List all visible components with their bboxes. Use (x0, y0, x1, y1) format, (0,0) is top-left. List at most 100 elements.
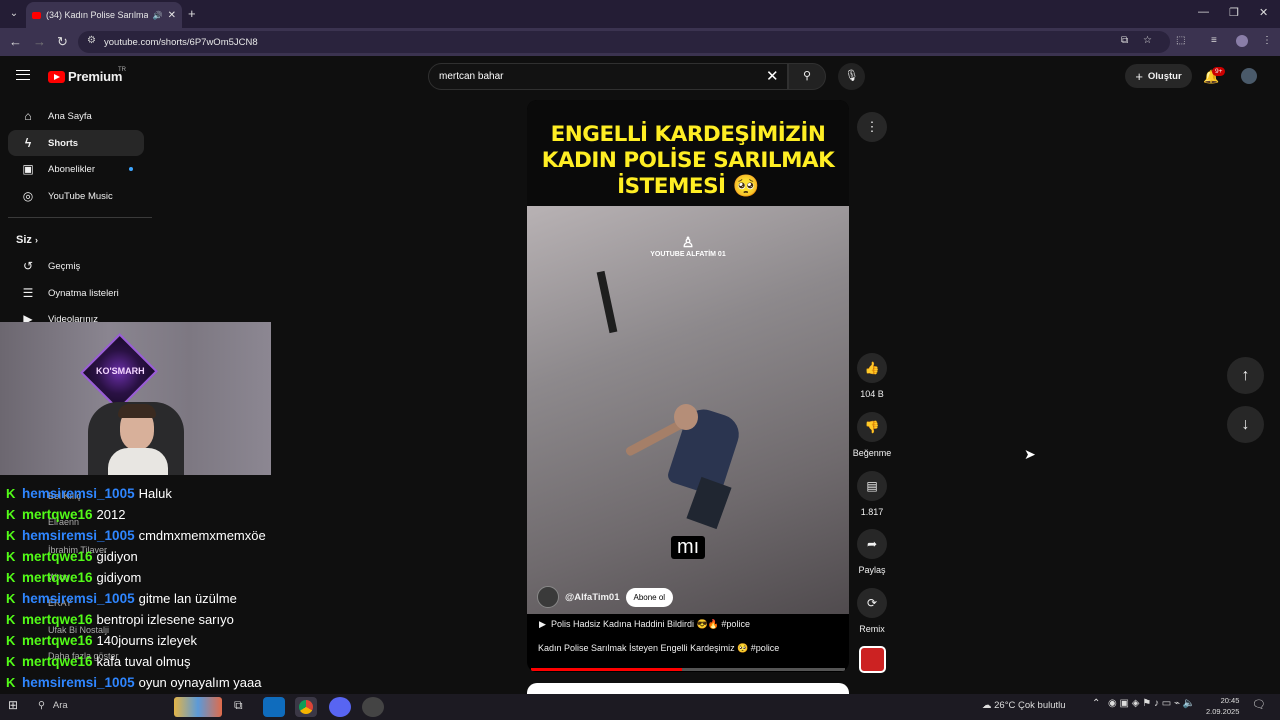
create-button[interactable]: + Oluştur (1125, 64, 1192, 88)
youtube-logo[interactable]: Premium TR (48, 67, 126, 84)
section-you[interactable]: Siz › (16, 234, 38, 246)
clear-search-icon[interactable]: ✕ (766, 67, 779, 85)
sidebar-item-subscriptions[interactable]: ▣ Abonelikler (8, 156, 144, 182)
youtube-play-icon (48, 70, 65, 83)
reload-icon[interactable]: ↻ (57, 34, 68, 50)
browser-tab[interactable]: (34) Kadın Polise Sarılmak İs 🔊 ✕ (26, 2, 182, 28)
discord-icon[interactable] (329, 697, 351, 717)
cast-icon[interactable]: ⧉ (1121, 35, 1128, 46)
menu-icon[interactable] (16, 70, 30, 80)
voice-search-button[interactable]: 🎙 (838, 63, 865, 90)
tray-icons[interactable]: ◉ ▣ ◈ ⚑ ♪ ▭ ⌁ 🔈 (1108, 698, 1195, 709)
home-icon: ⌂ (24, 109, 32, 123)
comments-button[interactable]: ▤ 1.817 (852, 471, 892, 517)
sound-link[interactable]: ▶ Polis Hadsiz Kadına Haddini Bildirdi 😎… (539, 619, 750, 630)
chat-username[interactable]: mertqwe16 (22, 633, 93, 648)
shorts-player[interactable]: ENGELLİ KARDEŞİMİZİN KADIN POLİSE SARILM… (527, 100, 849, 672)
comment-icon: ▤ (857, 471, 887, 501)
browser-menu-icon[interactable]: ⋮ (1262, 35, 1272, 46)
progress-bar[interactable] (531, 668, 845, 671)
weather-widget[interactable]: ☁ 26°C Çok bulutlu (982, 700, 1066, 711)
sound-avatar[interactable] (859, 646, 886, 673)
logo-text: Premium (68, 69, 123, 84)
channel-avatar[interactable] (537, 586, 559, 608)
chrome-icon[interactable] (295, 697, 317, 717)
subscribe-button[interactable]: Abone ol (625, 587, 674, 607)
previous-short-button[interactable]: ↑ (1227, 357, 1264, 394)
sidebar-item-label: Oynatma listeleri (48, 287, 119, 299)
site-info-icon[interactable]: ⚙ (87, 35, 96, 46)
like-count: 104 B (860, 389, 884, 399)
chat-text: kafa tuval olmuş (96, 653, 191, 669)
sidebar-item-shorts[interactable]: ϟ Shorts (8, 130, 144, 156)
chat-username[interactable]: hemsiremsi_1005 (22, 486, 135, 501)
section-title: Siz (16, 234, 32, 246)
search-input[interactable]: mertcan bahar (428, 63, 788, 90)
sidebar-item-history[interactable]: ↺ Geçmiş (8, 253, 144, 279)
plus-icon: + (1135, 68, 1143, 84)
account-avatar[interactable] (1241, 68, 1257, 84)
comment-count: 1.817 (860, 507, 884, 517)
chat-username[interactable]: hemsiremsi_1005 (22, 528, 135, 543)
task-view-icon[interactable]: ⧉ (234, 698, 243, 713)
address-bar[interactable]: ⚙ youtube.com/shorts/6P7wOm5JCN8 (78, 31, 1170, 53)
extensions-icon[interactable]: ⬚ (1176, 35, 1185, 46)
chat-username[interactable]: mertqwe16 (22, 507, 93, 522)
back-icon[interactable]: ← (9, 34, 22, 49)
outlook-icon[interactable] (263, 697, 285, 717)
clock[interactable]: 20:45 2.09.2025 (1206, 695, 1239, 717)
minimize-icon[interactable]: — (1198, 6, 1209, 18)
notification-center-icon[interactable]: 🗨 (1252, 698, 1266, 711)
share-button[interactable]: ➦ Paylaş (852, 529, 892, 575)
like-button[interactable]: 👍 104 B (852, 353, 892, 399)
clock-time: 20:45 (1220, 696, 1240, 705)
chat-text: 140journs izleyek (96, 632, 197, 648)
chat-username[interactable]: mertqwe16 (22, 654, 93, 669)
more-options-button[interactable]: ⋮ (857, 112, 887, 142)
sound-title: Polis Hadsiz Kadına Haddini Bildirdi 😎🔥 … (550, 619, 750, 629)
channel-name[interactable]: @AlfaTim01 (565, 592, 620, 603)
chat-message: Kmertqwe16 gidiyon (6, 546, 138, 566)
video-headline: ENGELLİ KARDEŞİMİZİN KADIN POLİSE SARILM… (527, 100, 849, 206)
chat-username[interactable]: hemsiremsi_1005 (22, 675, 135, 690)
next-short-button[interactable]: ↓ (1227, 406, 1264, 443)
sidebar-item-music[interactable]: ◎ YouTube Music (8, 183, 144, 209)
search-icon: ⚲ (802, 70, 812, 82)
kick-badge-icon: K (6, 611, 16, 627)
chat-username[interactable]: mertqwe16 (22, 549, 93, 564)
cloud-icon: ☁ (982, 700, 992, 711)
forward-icon[interactable]: → (33, 34, 46, 49)
dislike-button[interactable]: 👎 Beğenme (852, 412, 892, 458)
search-highlight-image[interactable] (174, 697, 222, 717)
streamer-hair (118, 404, 156, 418)
stream-chat: Khemsiremsi_1005 Haluk Kmertqwe16 2012 Khems… (0, 476, 300, 690)
audio-icon[interactable]: 🔊 (153, 11, 163, 20)
video-frame[interactable]: ♙ YOUTUBE ALFATİM 01 mı (527, 206, 849, 614)
new-tab-button[interactable]: + (188, 6, 196, 21)
chat-message: Kmertqwe16 gidiyom (6, 567, 141, 587)
start-icon[interactable]: ⊞ (8, 698, 18, 712)
profile-avatar[interactable] (1236, 35, 1248, 47)
restore-icon[interactable]: ❐ (1229, 6, 1239, 19)
sidebar-item-playlists[interactable]: ☰ Oynatma listeleri (8, 280, 144, 306)
bookmark-star-icon[interactable]: ☆ (1143, 35, 1152, 46)
chat-username[interactable]: mertqwe16 (22, 612, 93, 627)
search-button[interactable]: ⚲ (788, 63, 826, 90)
close-tab-icon[interactable]: ✕ (168, 10, 176, 21)
obs-icon[interactable] (362, 697, 384, 717)
share-icon: ➦ (857, 529, 887, 559)
chat-username[interactable]: hemsiremsi_1005 (22, 591, 135, 606)
tray-overflow-icon[interactable]: ⌃ (1092, 698, 1100, 709)
media-control-icon[interactable]: ≡ (1211, 35, 1217, 46)
remix-button[interactable]: ⟳ Remix (852, 588, 892, 634)
taskbar-search[interactable]: ⚲ Ara (38, 700, 68, 711)
chat-text: gitme lan üzülme (138, 590, 237, 606)
chat-username[interactable]: mertqwe16 (22, 570, 93, 585)
close-window-icon[interactable]: ✕ (1259, 6, 1268, 19)
video-description[interactable]: Kadın Polise Sarılmak İsteyen Engelli Ka… (538, 643, 779, 654)
sidebar-item-home[interactable]: ⌂ Ana Sayfa (8, 103, 144, 129)
chat-message: Kmertqwe16 bentropi izlesene sarıyo (6, 609, 234, 629)
arrow-down-icon: ↓ (1241, 416, 1250, 433)
tab-search-button[interactable]: ⌄ (6, 6, 22, 22)
chat-message: Kmertqwe16 140journs izleyek (6, 630, 197, 650)
